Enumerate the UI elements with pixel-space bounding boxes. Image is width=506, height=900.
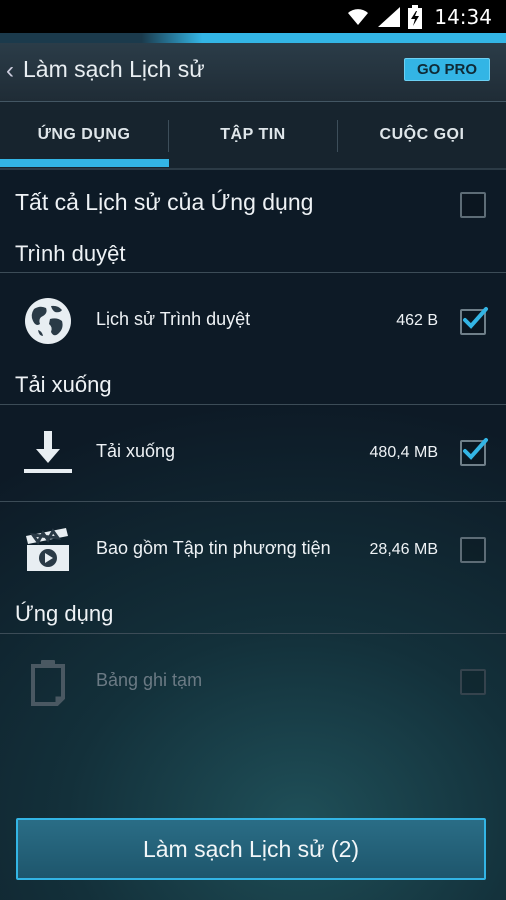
item-name: Tải xuống	[96, 441, 176, 461]
page-title[interactable]: Làm sạch Lịch sử	[23, 56, 205, 83]
tab-calls[interactable]: CUỘC GỌI	[338, 102, 506, 168]
accent-strip	[0, 33, 506, 43]
checkbox-disabled[interactable]	[460, 669, 486, 695]
list-item-browser-history[interactable]: Lịch sử Trình duyệt 462 B	[0, 273, 506, 369]
item-size: 480,4 MB	[369, 444, 438, 461]
item-size: 28,46 MB	[369, 541, 438, 558]
clipboard-icon	[31, 660, 65, 706]
checkbox-unchecked[interactable]	[460, 537, 486, 563]
list-item-include-media[interactable]: Bao gồm Tập tin phương tiện 28,46 MB	[0, 502, 506, 598]
signal-icon	[378, 6, 401, 27]
select-all-checkbox[interactable]	[460, 192, 486, 218]
list-item-clipboard[interactable]: Bảng ghi tạm	[0, 634, 506, 730]
section-header-apps: Ứng dụng	[15, 601, 114, 626]
back-chevron-icon[interactable]: ‹	[6, 57, 14, 85]
battery-charging-icon	[408, 4, 423, 29]
clock: 14:34	[434, 4, 492, 29]
wifi-icon	[348, 8, 369, 25]
go-pro-button[interactable]: GO PRO	[403, 58, 490, 81]
clapperboard-icon	[26, 528, 69, 571]
item-name: Bao gồm Tập tin phương tiện	[96, 538, 331, 558]
section-header-downloads: Tải xuống	[15, 372, 112, 397]
clean-history-button[interactable]: Làm sạch Lịch sử (2)	[16, 818, 486, 880]
list-item-downloads[interactable]: Tải xuống 480,4 MB	[0, 405, 506, 501]
download-icon	[24, 431, 72, 473]
item-size: 462 B	[396, 312, 438, 329]
status-bar: 14:34	[0, 0, 506, 33]
globe-icon	[25, 298, 71, 344]
select-all-label: Tất cả Lịch sử của Ứng dụng	[15, 189, 314, 215]
section-header-browser: Trình duyệt	[15, 241, 126, 266]
item-name: Bảng ghi tạm	[96, 670, 203, 690]
tab-files[interactable]: TẬP TIN	[169, 102, 337, 168]
action-bar: ‹ Làm sạch Lịch sử GO PRO	[0, 43, 506, 102]
checkbox-checked[interactable]	[460, 307, 488, 335]
tab-selected-indicator	[0, 159, 169, 167]
checkbox-checked[interactable]	[460, 438, 488, 466]
checkmark-icon	[463, 307, 488, 329]
item-name: Lịch sử Trình duyệt	[96, 309, 251, 329]
select-all-row[interactable]: Tất cả Lịch sử của Ứng dụng	[0, 175, 506, 233]
checkmark-icon	[463, 438, 488, 460]
